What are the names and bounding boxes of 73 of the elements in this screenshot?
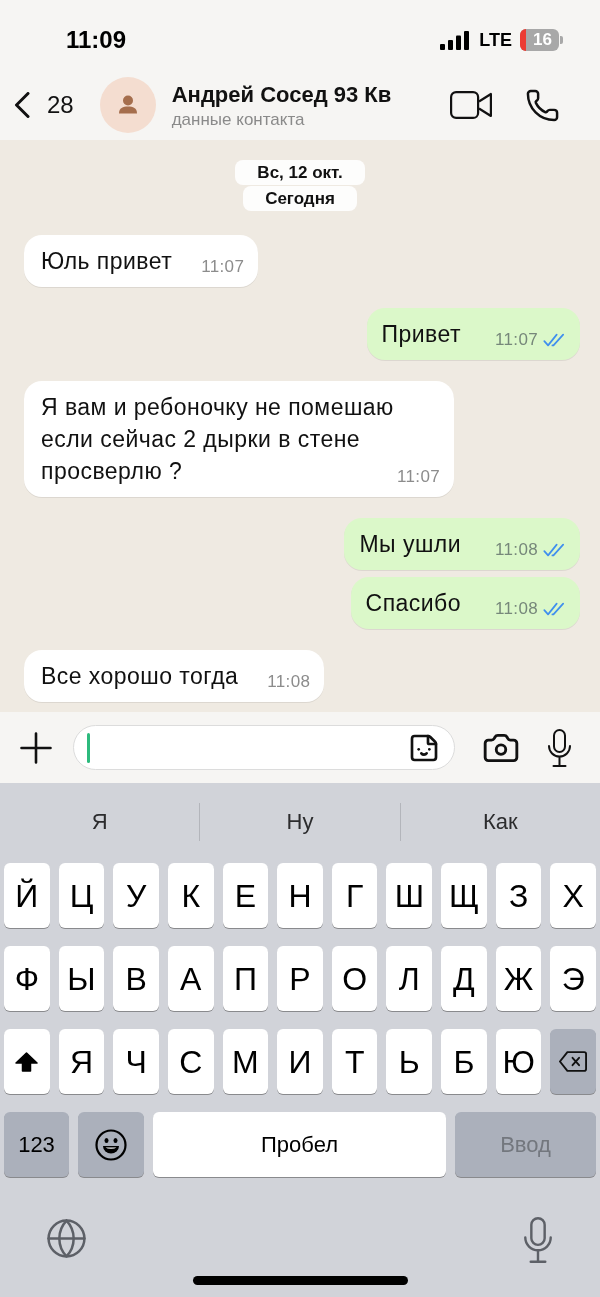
suggestion[interactable]: Как [400, 805, 600, 838]
letter-key[interactable]: Х [550, 863, 597, 928]
letter-key[interactable]: Р [277, 946, 323, 1011]
signal-icon [440, 30, 471, 50]
emoji-key[interactable] [78, 1112, 144, 1177]
battery-fill [520, 29, 526, 51]
letter-key[interactable]: П [222, 946, 269, 1011]
dictation-microphone-icon[interactable] [523, 1217, 553, 1263]
letter-key[interactable]: О [331, 946, 378, 1011]
plus-icon[interactable] [20, 731, 52, 764]
letter-key[interactable]: Т [331, 1029, 378, 1094]
shift-arrow-icon [15, 1051, 39, 1072]
letter-key[interactable]: Ц [58, 863, 105, 928]
letter-key[interactable]: А [167, 946, 214, 1011]
letter-key[interactable]: Д [441, 946, 487, 1011]
letter-key[interactable]: Б [441, 1029, 487, 1094]
suggestion[interactable]: Ну [200, 805, 400, 838]
message-time: 11:07 [201, 257, 245, 277]
contact-name: Андрей Сосед 93 Кв [171, 80, 392, 109]
message-text: Спасибо [365, 590, 461, 616]
letter-key[interactable]: Ш [386, 863, 433, 928]
letter-key[interactable]: К [167, 863, 214, 928]
network-type: LTE [479, 28, 512, 52]
video-camera-icon[interactable] [450, 91, 492, 119]
letter-key[interactable]: В [113, 946, 159, 1011]
globe-icon[interactable] [45, 1217, 88, 1260]
letter-key[interactable]: Щ [441, 863, 487, 928]
message-time: 11:08 [495, 540, 538, 560]
phone-icon[interactable] [525, 87, 560, 123]
message-time: 11:07 [495, 330, 538, 350]
contact-subtitle: данные контакта [171, 108, 306, 130]
battery-level-text: 16 [532, 29, 553, 51]
letter-key[interactable]: Э [550, 946, 597, 1011]
message-text: Привет [381, 321, 461, 347]
shift-key[interactable] [4, 1029, 50, 1094]
letter-key[interactable]: Г [331, 863, 378, 928]
microphone-icon[interactable] [547, 728, 572, 767]
letter-key[interactable]: Я [58, 1029, 105, 1094]
avatar-icon[interactable] [99, 77, 156, 133]
letter-key[interactable]: Ч [113, 1029, 159, 1094]
letter-key[interactable]: Н [277, 863, 323, 928]
message-time: 11:08 [495, 599, 538, 619]
letter-key[interactable]: Л [386, 946, 433, 1011]
message-text: Мы ушли [359, 531, 461, 557]
numbers-key[interactable]: 123 [4, 1112, 69, 1177]
suggestion[interactable]: Я [0, 805, 200, 838]
letter-key[interactable]: М [222, 1029, 269, 1094]
message-time: 11:07 [397, 467, 440, 487]
letter-key[interactable]: Ж [495, 946, 542, 1011]
letter-key[interactable]: Ю [495, 1029, 542, 1094]
letter-key[interactable]: Ф [4, 946, 50, 1011]
backspace-icon [559, 1051, 588, 1072]
letter-key[interactable]: Ы [58, 946, 105, 1011]
letter-key[interactable]: Й [4, 863, 50, 928]
letter-key[interactable]: У [113, 863, 159, 928]
message-time: 11:08 [267, 672, 311, 692]
message-text: Я вам и ребоночку не помешаю если сейчас 2 дырки в стене просверлю ? [41, 394, 394, 484]
letter-key[interactable]: Е [222, 863, 269, 928]
letter-key[interactable]: Ь [386, 1029, 433, 1094]
status-time: 11:09 [66, 25, 127, 55]
smiley-icon [95, 1128, 127, 1161]
date-label: Сегодня [243, 186, 357, 211]
message-text: Все хорошо тогда [41, 663, 239, 689]
space-key[interactable]: Пробел [153, 1112, 446, 1177]
letter-key[interactable]: С [167, 1029, 214, 1094]
message-input[interactable] [73, 725, 455, 770]
backspace-key[interactable] [550, 1029, 597, 1094]
date-label: Вс, 12 окт. [235, 160, 365, 185]
chevron-left-icon [14, 92, 30, 118]
letter-key[interactable]: З [495, 863, 542, 928]
letter-key[interactable]: И [277, 1029, 323, 1094]
message-text: Юль привет [41, 248, 173, 274]
back-button[interactable]: 28 [14, 87, 74, 123]
